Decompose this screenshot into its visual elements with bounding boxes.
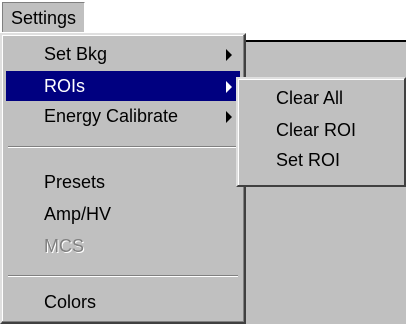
chevron-right-icon	[226, 111, 232, 123]
menu-item-colors[interactable]: Colors	[6, 287, 240, 317]
menu-item-rois[interactable]: ROIs	[6, 71, 240, 101]
submenu-item-label: Clear All	[276, 88, 344, 108]
screen: Settings Set Bkg ROIs Energy Calibrate P…	[0, 0, 406, 324]
menu-item-label: Presets	[44, 172, 106, 192]
menu-item-set-bkg[interactable]: Set Bkg	[6, 39, 240, 69]
menu-separator	[8, 146, 238, 148]
window-edge-line	[240, 40, 406, 42]
menu-item-mcs: MCS	[6, 231, 240, 261]
menu-item-label: Energy Calibrate	[44, 106, 179, 126]
submenu-item-label: Set ROI	[276, 150, 341, 170]
submenu-item-label: Clear ROI	[276, 120, 357, 140]
menu-item-label: ROIs	[44, 76, 86, 96]
menu-separator	[8, 275, 238, 277]
chevron-right-icon	[226, 81, 232, 93]
menu-item-presets[interactable]: Presets	[6, 167, 240, 197]
submenu-item-set-roi[interactable]: Set ROI	[240, 145, 400, 175]
settings-dropdown: Set Bkg ROIs Energy Calibrate Presets Am…	[0, 33, 246, 324]
menu-item-label: Amp/HV	[44, 204, 112, 224]
rois-submenu: Clear All Clear ROI Set ROI	[236, 77, 406, 187]
menu-item-label: MCS	[44, 236, 84, 256]
menu-item-label: Set Bkg	[44, 44, 108, 64]
menu-item-energy-calibrate[interactable]: Energy Calibrate	[6, 101, 240, 131]
menu-item-amp-hv[interactable]: Amp/HV	[6, 199, 240, 229]
submenu-item-clear-roi[interactable]: Clear ROI	[240, 115, 400, 145]
chevron-right-icon	[226, 49, 232, 61]
menu-item-label: Colors	[44, 292, 97, 312]
menu-bar: Settings	[0, 0, 406, 34]
submenu-item-clear-all[interactable]: Clear All	[240, 83, 400, 113]
menu-settings[interactable]: Settings	[2, 2, 86, 32]
